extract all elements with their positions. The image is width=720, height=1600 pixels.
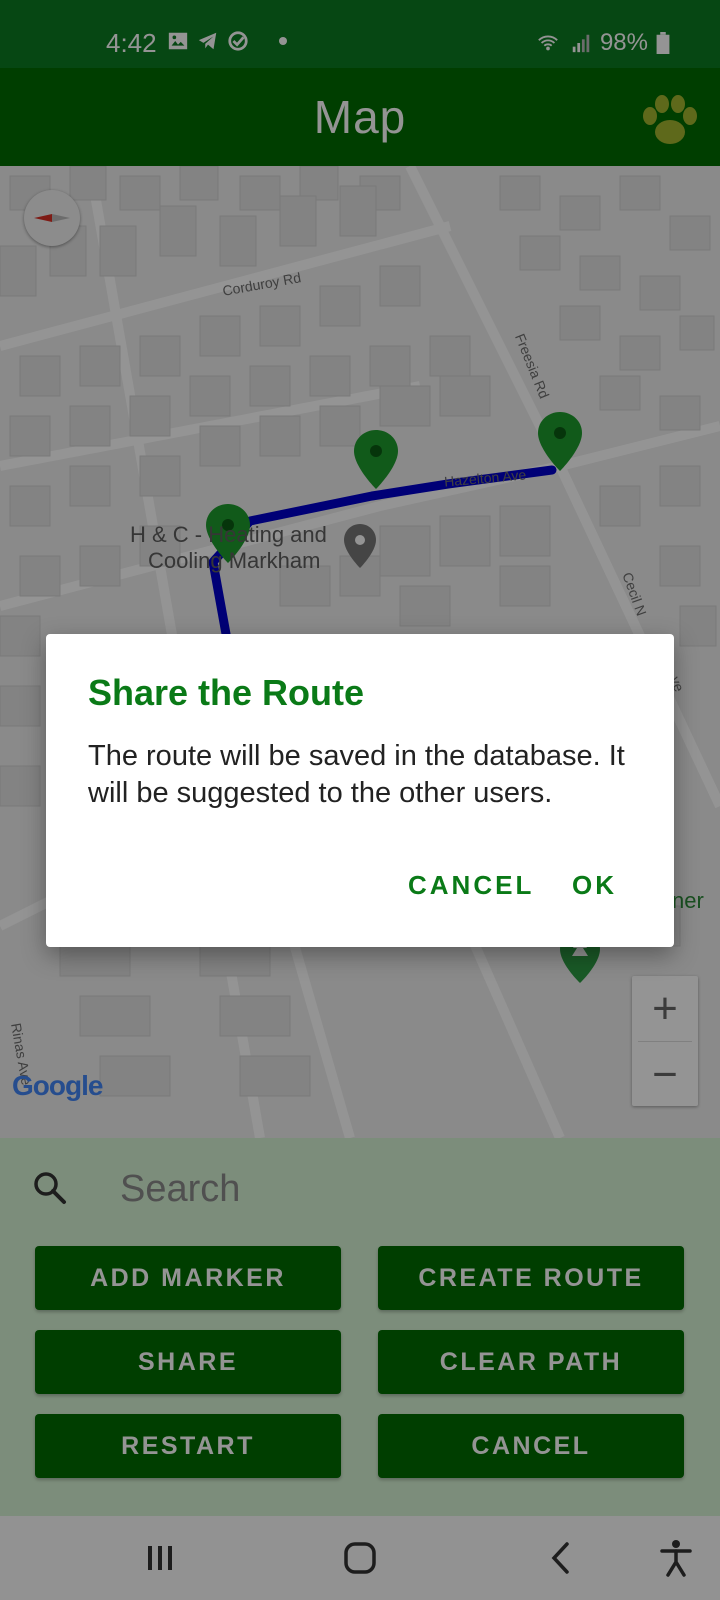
dialog-cancel-button[interactable]: CANCEL xyxy=(402,862,540,909)
share-route-dialog: Share the Route The route will be saved … xyxy=(46,634,674,947)
dialog-ok-button[interactable]: OK xyxy=(566,862,623,909)
dialog-message: The route will be saved in the database.… xyxy=(88,740,625,809)
dialog-title: Share the Route xyxy=(88,672,365,713)
